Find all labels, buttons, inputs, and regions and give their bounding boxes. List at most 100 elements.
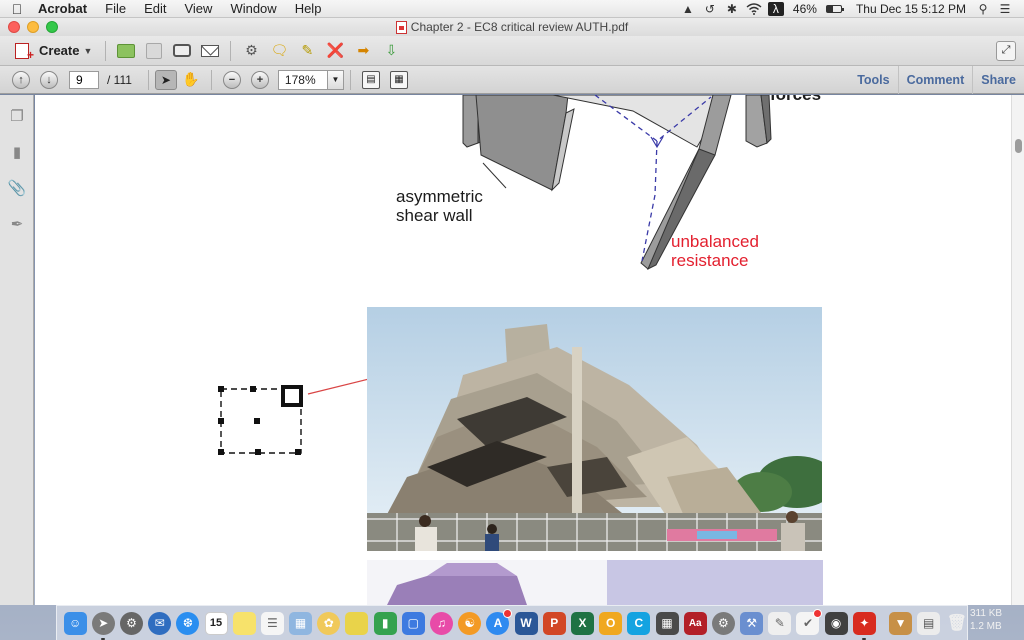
- previous-page-button[interactable]: ↑: [10, 69, 32, 91]
- reminders-app[interactable]: ☰: [260, 611, 284, 635]
- dictionary-app[interactable]: Aa: [683, 611, 707, 635]
- keynote-app[interactable]: ▢: [401, 611, 425, 635]
- share-page-button[interactable]: ➡: [352, 40, 374, 62]
- notification-badge: [813, 608, 823, 618]
- page-number-input[interactable]: [69, 70, 99, 89]
- delete-page-button[interactable]: ❌: [324, 40, 346, 62]
- downloads-stack[interactable]: ▼: [889, 611, 913, 635]
- highlight-button[interactable]: ✎: [296, 40, 318, 62]
- time-machine-icon[interactable]: ↺: [699, 0, 721, 18]
- google-drive-icon[interactable]: ▲: [677, 0, 699, 18]
- preview-app[interactable]: ▦: [289, 611, 313, 635]
- window-minimize-button[interactable]: [27, 21, 39, 33]
- resistance-label: resistance: [671, 251, 749, 270]
- print-icon: [173, 44, 192, 57]
- open-button[interactable]: [115, 40, 137, 62]
- notes-app[interactable]: [232, 611, 256, 635]
- ibooks-app[interactable]: ☯: [458, 611, 482, 635]
- disk-utility-app[interactable]: ⚙: [711, 611, 735, 635]
- system-preferences-app[interactable]: ⚙: [119, 611, 143, 635]
- toolbar-divider: [230, 40, 232, 61]
- trash-icon[interactable]: 🗑: [945, 612, 968, 635]
- running-indicator: [100, 637, 105, 640]
- battery-icon[interactable]: [825, 4, 844, 13]
- wifi-icon[interactable]: [743, 0, 765, 18]
- menu-window[interactable]: Window: [221, 0, 285, 18]
- fullscreen-button[interactable]: ⤢: [996, 40, 1016, 61]
- itunes-app[interactable]: ♫: [430, 611, 454, 635]
- share-link[interactable]: Share: [972, 65, 1024, 94]
- photos-app[interactable]: ✿: [317, 611, 341, 635]
- bluetooth-icon[interactable]: ✱: [721, 0, 743, 18]
- textedit-app[interactable]: ✎: [768, 611, 792, 635]
- zoom-in-button[interactable]: +: [249, 69, 271, 91]
- next-page-button[interactable]: ↓: [38, 69, 60, 91]
- page-total: / 111: [107, 72, 132, 87]
- shear-wall-diagram: [462, 95, 772, 271]
- acrobat-app[interactable]: ✦: [852, 611, 876, 640]
- outlook-app[interactable]: O: [599, 611, 623, 635]
- launchpad-app[interactable]: ➤: [91, 611, 115, 640]
- chevron-down-icon: ▼: [83, 45, 93, 56]
- menu-help[interactable]: Help: [286, 0, 331, 18]
- lambda-app-icon[interactable]: λ: [767, 1, 784, 16]
- thunderbird-app[interactable]: ✉: [148, 611, 172, 635]
- powerpoint-app[interactable]: P: [542, 611, 566, 635]
- calendar-app[interactable]: 15: [204, 611, 228, 635]
- print-button[interactable]: [171, 40, 193, 62]
- photo-booth-app[interactable]: ◉: [824, 611, 848, 635]
- create-button[interactable]: Create ▼: [11, 40, 96, 62]
- page-thumbnails-button[interactable]: ❐: [0, 98, 34, 134]
- select-tool-button[interactable]: ➤: [154, 69, 177, 90]
- window-controls: [8, 21, 58, 33]
- comment-link[interactable]: Comment: [897, 65, 973, 94]
- hand-tool-button[interactable]: ✋: [180, 69, 202, 91]
- email-button[interactable]: [199, 40, 221, 62]
- numbers-app[interactable]: ▮: [373, 611, 397, 635]
- attachments-button[interactable]: 📎: [0, 170, 34, 206]
- window-close-button[interactable]: [8, 21, 20, 33]
- arrow-up-icon: ↑: [12, 70, 30, 89]
- stickies-app[interactable]: [345, 611, 369, 635]
- apple-menu-icon[interactable]: : [0, 1, 34, 17]
- chevron-down-icon[interactable]: ▼: [326, 70, 343, 89]
- pdf-document-icon: [395, 20, 407, 34]
- fit-page-button[interactable]: ▤: [360, 69, 382, 91]
- menu-app-name[interactable]: Acrobat: [34, 0, 96, 18]
- battery-percent[interactable]: 46%: [787, 0, 823, 18]
- bookmarks-button[interactable]: ▮: [0, 134, 34, 170]
- safari-app[interactable]: ❆: [176, 611, 200, 635]
- zoom-out-button[interactable]: −: [221, 69, 243, 91]
- scrollbar-thumb[interactable]: [1015, 139, 1022, 153]
- save-icon: [146, 42, 163, 59]
- fit-width-button[interactable]: ▦: [388, 69, 410, 91]
- window-title-bar: Chapter 2 - EC8 critical review AUTH.pdf: [0, 18, 1024, 36]
- comment-button[interactable]: 🗨: [268, 40, 290, 62]
- stat-upload: 311 KB: [970, 608, 1003, 619]
- spotlight-search-icon[interactable]: ⚲: [972, 0, 994, 18]
- documents-stack[interactable]: ▤: [917, 611, 941, 635]
- onenote-app[interactable]: C: [627, 611, 651, 635]
- menu-edit[interactable]: Edit: [135, 0, 175, 18]
- finder-app[interactable]: ☺: [63, 611, 87, 635]
- xcode-app[interactable]: ⚒: [740, 611, 764, 635]
- export-button[interactable]: ⇩: [380, 40, 402, 62]
- settings-button[interactable]: ⚙: [240, 40, 262, 62]
- word-app[interactable]: W: [514, 611, 538, 635]
- zoom-select[interactable]: 178% ▼: [277, 69, 344, 90]
- save-button[interactable]: [143, 40, 165, 62]
- tools-link[interactable]: Tools: [849, 66, 897, 94]
- app-store-app[interactable]: A: [486, 608, 513, 635]
- dashboard-app[interactable]: ✔: [796, 608, 823, 635]
- vertical-scrollbar[interactable]: [1011, 95, 1024, 605]
- notification-center-icon[interactable]: ☰: [994, 0, 1016, 18]
- excel-app[interactable]: X: [570, 611, 594, 635]
- signatures-button[interactable]: ✒: [0, 206, 34, 242]
- calculator-app[interactable]: ▦: [655, 611, 679, 635]
- second-building-photo: [367, 560, 823, 605]
- document-view[interactable]: forces asymmetric shear wall unbalanced …: [35, 95, 1011, 605]
- clock[interactable]: Thu Dec 15 5:12 PM: [850, 0, 972, 18]
- menu-view[interactable]: View: [175, 0, 221, 18]
- window-zoom-button[interactable]: [46, 21, 58, 33]
- menu-file[interactable]: File: [96, 0, 135, 18]
